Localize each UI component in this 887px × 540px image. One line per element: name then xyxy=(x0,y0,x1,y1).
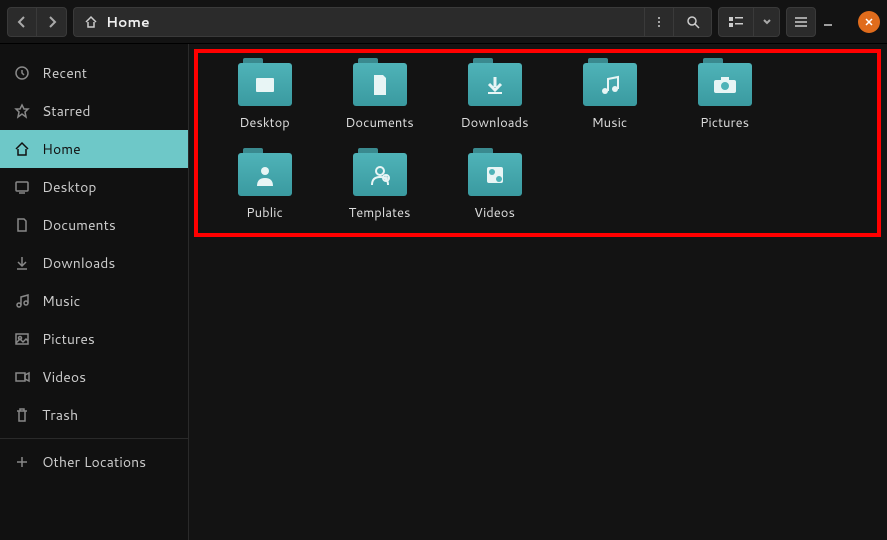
desktop-icon xyxy=(254,76,276,94)
folder-item[interactable]: Music xyxy=(552,58,667,148)
folder-label: Pictures xyxy=(700,114,749,132)
star-icon xyxy=(14,103,30,119)
templates-icon xyxy=(369,164,391,186)
folder-item[interactable]: Downloads xyxy=(437,58,552,148)
sidebar-item-trash[interactable]: Trash xyxy=(0,396,188,434)
toolbar: Home xyxy=(0,0,887,44)
folder-item[interactable]: Desktop xyxy=(207,58,322,148)
videos-icon xyxy=(14,369,30,385)
sidebar-label: Pictures xyxy=(42,329,95,349)
folder-label: Videos xyxy=(474,204,515,222)
home-icon xyxy=(84,15,98,29)
folder-label: Downloads xyxy=(460,114,528,132)
search-button[interactable] xyxy=(674,7,712,37)
folder-icon xyxy=(238,148,292,196)
folder-icon xyxy=(238,58,292,106)
close-icon xyxy=(864,17,874,27)
clock-icon xyxy=(14,65,30,81)
plus-icon xyxy=(14,454,30,470)
folder-item[interactable]: Templates xyxy=(322,148,437,238)
folder-icon xyxy=(353,58,407,106)
sidebar-item-home[interactable]: Home xyxy=(0,130,188,168)
sidebar-label: Desktop xyxy=(42,177,96,197)
document-icon xyxy=(371,74,389,96)
hamburger-menu-button[interactable] xyxy=(786,7,816,37)
download-icon xyxy=(485,75,505,95)
home-icon xyxy=(14,141,30,157)
folder-icon xyxy=(583,58,637,106)
folder-item[interactable]: Documents xyxy=(322,58,437,148)
pictures-icon xyxy=(14,331,30,347)
list-icon xyxy=(728,16,744,28)
window-body: Recent Starred Home Desktop Documents Do… xyxy=(0,44,887,540)
sidebar-item-downloads[interactable]: Downloads xyxy=(0,244,188,282)
close-button[interactable] xyxy=(858,11,880,33)
sidebar-label: Videos xyxy=(42,367,86,387)
more-icon xyxy=(654,15,664,29)
folder-item[interactable]: Pictures xyxy=(667,58,782,148)
content-area[interactable]: Desktop Documents Downloads Music Pictures Pu… xyxy=(188,44,887,540)
view-dropdown-button[interactable] xyxy=(754,7,780,37)
sidebar-item-starred[interactable]: Starred xyxy=(0,92,188,130)
sidebar-label: Starred xyxy=(42,101,91,121)
folder-icon xyxy=(698,58,752,106)
folder-grid: Desktop Documents Downloads Music Pictures Pu… xyxy=(189,44,887,238)
sidebar-label: Documents xyxy=(42,215,116,235)
folder-item[interactable]: Videos xyxy=(437,148,552,238)
sidebar-item-desktop[interactable]: Desktop xyxy=(0,168,188,206)
sidebar-label: Recent xyxy=(42,63,87,83)
sidebar-label: Home xyxy=(42,139,81,159)
chevron-down-icon xyxy=(763,19,771,25)
document-icon xyxy=(14,217,30,233)
folder-icon xyxy=(353,148,407,196)
sidebar-item-documents[interactable]: Documents xyxy=(0,206,188,244)
trash-icon xyxy=(14,407,30,423)
folder-label: Music xyxy=(592,114,628,132)
sidebar-item-videos[interactable]: Videos xyxy=(0,358,188,396)
music-icon xyxy=(14,293,30,309)
minimize-icon xyxy=(822,16,834,28)
sidebar-item-recent[interactable]: Recent xyxy=(0,54,188,92)
folder-label: Documents xyxy=(345,114,414,132)
path-label: Home xyxy=(106,12,150,32)
hamburger-icon xyxy=(794,16,808,28)
folder-label: Templates xyxy=(349,204,411,222)
sidebar-label: Downloads xyxy=(42,253,115,273)
sidebar-label: Trash xyxy=(42,405,78,425)
folder-icon xyxy=(468,148,522,196)
path-menu-button[interactable] xyxy=(644,7,674,37)
sidebar-label: Music xyxy=(42,291,80,311)
path-segment-home[interactable]: Home xyxy=(73,7,644,37)
folder-label: Public xyxy=(246,204,283,222)
nav-buttons xyxy=(7,7,67,37)
download-icon xyxy=(14,255,30,271)
desktop-icon xyxy=(14,179,30,195)
camera-icon xyxy=(713,76,737,94)
forward-button[interactable] xyxy=(37,7,67,37)
sidebar-item-other-locations[interactable]: Other Locations xyxy=(0,443,188,481)
folder-label: Desktop xyxy=(239,114,290,132)
folder-icon xyxy=(468,58,522,106)
back-button[interactable] xyxy=(7,7,37,37)
path-bar: Home xyxy=(73,7,712,37)
sidebar: Recent Starred Home Desktop Documents Do… xyxy=(0,44,188,540)
right-controls xyxy=(718,7,880,37)
sidebar-separator xyxy=(0,438,188,439)
file-manager-window: Home xyxy=(0,0,887,540)
sidebar-item-pictures[interactable]: Pictures xyxy=(0,320,188,358)
sidebar-item-music[interactable]: Music xyxy=(0,282,188,320)
person-icon xyxy=(255,164,275,186)
video-icon xyxy=(484,164,506,186)
list-view-button[interactable] xyxy=(718,7,754,37)
music-icon xyxy=(599,74,621,96)
minimize-button[interactable] xyxy=(822,16,846,28)
sidebar-label: Other Locations xyxy=(42,452,146,472)
search-icon xyxy=(686,15,700,29)
view-switcher xyxy=(718,7,780,37)
folder-item[interactable]: Public xyxy=(207,148,322,238)
